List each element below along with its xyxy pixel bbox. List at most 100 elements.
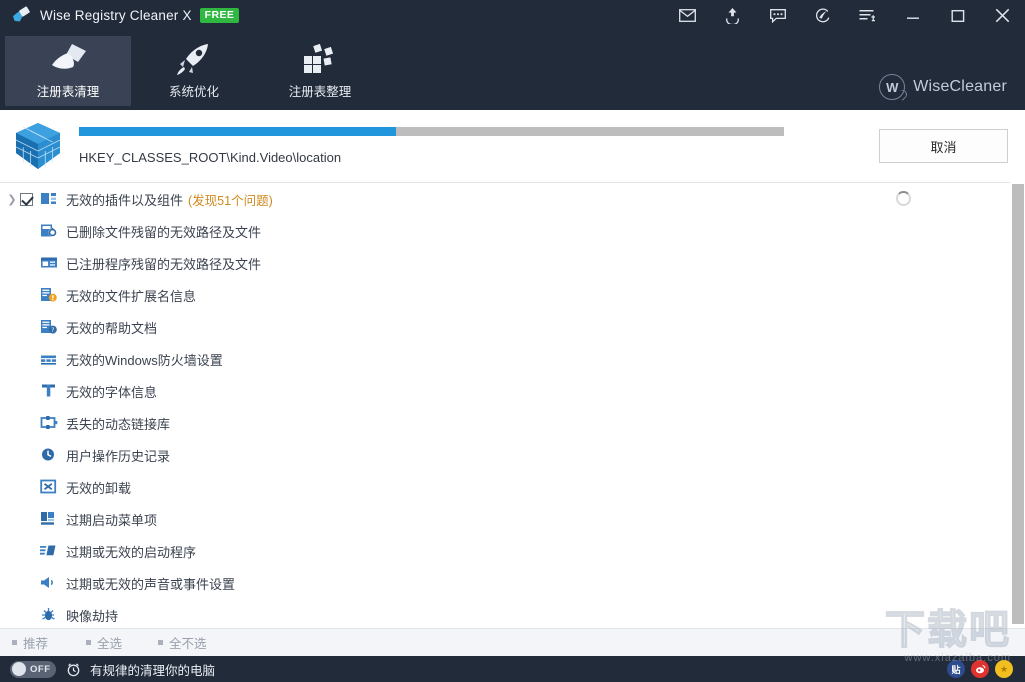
status-message: 有规律的清理你的电脑 bbox=[90, 663, 216, 678]
history-clock-icon bbox=[40, 447, 58, 463]
font-icon bbox=[40, 383, 58, 399]
list-scrollbar[interactable] bbox=[1010, 182, 1025, 628]
firewall-icon bbox=[40, 351, 58, 367]
list-item[interactable]: ❯无效的字体信息 bbox=[0, 375, 1010, 407]
list-item-label: 无效的文件扩展名信息 bbox=[66, 288, 197, 304]
list-item-label: 用户操作历史记录 bbox=[66, 448, 171, 464]
select-none-link[interactable]: 全不选 bbox=[158, 633, 207, 652]
app-brush-icon bbox=[12, 5, 31, 25]
chevron-right-icon[interactable]: ❯ bbox=[4, 193, 20, 206]
bullet-icon bbox=[158, 640, 164, 645]
list-item-label: 无效的帮助文档 bbox=[66, 320, 158, 336]
tab-label: 系统优化 bbox=[168, 85, 219, 99]
image-hijack-icon bbox=[40, 607, 58, 623]
list-item[interactable]: ❯映像劫持 bbox=[0, 599, 1010, 628]
scrollbar-thumb[interactable] bbox=[1012, 184, 1024, 624]
star-icon[interactable]: ★ bbox=[995, 660, 1013, 678]
list-item[interactable]: ❯无效的Windows防火墙设置 bbox=[0, 343, 1010, 375]
progress-bar bbox=[79, 127, 784, 136]
list-item-label: 过期或无效的启动程序 bbox=[66, 544, 197, 560]
file-ext-warning-icon bbox=[40, 287, 58, 303]
social-icons: 贴 ★ bbox=[947, 660, 1013, 678]
nav-bar: 注册表清理 系统优化 注册表整理 W WiseCleaner bbox=[0, 31, 1025, 110]
menu-icon[interactable] bbox=[845, 0, 890, 31]
registered-program-icon bbox=[40, 255, 58, 271]
select-all-link[interactable]: 全选 bbox=[86, 633, 122, 652]
list-item-label: 过期启动菜单项 bbox=[66, 512, 158, 528]
bullet-icon bbox=[86, 640, 92, 645]
brand-logo: W WiseCleaner bbox=[879, 74, 1007, 100]
feedback-icon[interactable] bbox=[755, 0, 800, 31]
list-item-label: 无效的插件以及组件 bbox=[66, 192, 184, 208]
help-icon[interactable] bbox=[800, 0, 845, 31]
scan-current-path: HKEY_CLASSES_ROOT\Kind.Video\location bbox=[79, 150, 342, 165]
list-item-label: 已删除文件残留的无效路径及文件 bbox=[66, 224, 262, 240]
list-item[interactable]: ❯用户操作历史记录 bbox=[0, 439, 1010, 471]
list-item-label: 丢失的动态链接库 bbox=[66, 416, 171, 432]
list-item-label: 无效的卸载 bbox=[66, 480, 132, 496]
uninstall-icon bbox=[40, 479, 58, 495]
list-item[interactable]: ❯ 无效的插件以及组件 (发现51个问题) bbox=[0, 183, 1010, 215]
tab-system-optimization[interactable]: 系统优化 bbox=[131, 36, 257, 106]
title-bar: Wise Registry Cleaner X FREE bbox=[0, 0, 1025, 31]
list-item[interactable]: ❯丢失的动态链接库 bbox=[0, 407, 1010, 439]
tieba-icon[interactable]: 贴 bbox=[947, 660, 965, 678]
scan-results-list: ❯ 无效的插件以及组件 (发现51个问题) ❯已删除文件残留的无效路径及文件❯已注册程… bbox=[0, 182, 1025, 628]
list-item-label: 映像劫持 bbox=[66, 608, 119, 624]
list-item-label: 无效的Windows防火墙设置 bbox=[66, 352, 223, 368]
free-badge: FREE bbox=[199, 8, 240, 23]
dll-icon bbox=[40, 415, 58, 431]
cube-icon bbox=[15, 122, 61, 170]
list-item[interactable]: ❯过期或无效的启动程序 bbox=[0, 535, 1010, 567]
loading-spinner bbox=[896, 191, 911, 206]
toggle-state-label: OFF bbox=[30, 663, 51, 675]
wisecleaner-mark-icon: W bbox=[879, 74, 906, 100]
upgrade-icon[interactable] bbox=[710, 0, 755, 31]
list-item-label: 无效的字体信息 bbox=[66, 384, 158, 400]
action-label: 全选 bbox=[97, 637, 123, 651]
tab-registry-defrag[interactable]: 注册表整理 bbox=[257, 36, 383, 106]
rocket-icon bbox=[174, 42, 214, 76]
list-item[interactable]: ❯?无效的帮助文档 bbox=[0, 311, 1010, 343]
start-menu-icon bbox=[40, 511, 58, 527]
tab-label: 注册表整理 bbox=[288, 85, 352, 99]
list-item-label: 过期或无效的声音或事件设置 bbox=[66, 576, 236, 592]
deleted-file-icon bbox=[40, 223, 58, 239]
list-item[interactable]: ❯已删除文件残留的无效路径及文件 bbox=[0, 215, 1010, 247]
action-label: 全不选 bbox=[169, 637, 207, 651]
titlebar-buttons bbox=[665, 0, 1025, 31]
help-doc-icon: ? bbox=[40, 319, 58, 335]
list-item[interactable]: ❯无效的文件扩展名信息 bbox=[0, 279, 1010, 311]
toggle-knob bbox=[12, 662, 26, 676]
tab-registry-cleaner[interactable]: 注册表清理 bbox=[5, 36, 131, 106]
list-item[interactable]: ❯已注册程序残留的无效路径及文件 bbox=[0, 247, 1010, 279]
list-item[interactable]: ❯过期启动菜单项 bbox=[0, 503, 1010, 535]
weibo-icon[interactable] bbox=[971, 660, 989, 678]
status-bar: OFF 有规律的清理你的电脑 贴 ★ bbox=[0, 656, 1025, 682]
recommend-link[interactable]: 推荐 bbox=[12, 633, 48, 652]
app-title: Wise Registry Cleaner X bbox=[40, 8, 192, 23]
list-item-label: 已注册程序残留的无效路径及文件 bbox=[66, 256, 262, 272]
maximize-button[interactable] bbox=[935, 0, 980, 31]
startup-program-icon bbox=[38, 543, 58, 559]
minimize-button[interactable] bbox=[890, 0, 935, 31]
list-item[interactable]: ❯过期或无效的声音或事件设置 bbox=[0, 567, 1010, 599]
row-checkbox[interactable] bbox=[20, 192, 33, 206]
mail-icon[interactable] bbox=[665, 0, 710, 31]
issue-count: (发现51个问题) bbox=[188, 193, 273, 208]
plugin-icon bbox=[40, 191, 58, 207]
action-label: 推荐 bbox=[23, 637, 49, 651]
list-item[interactable]: ❯无效的卸载 bbox=[0, 471, 1010, 503]
list-action-bar: 推荐 全选 全不选 bbox=[0, 628, 1025, 656]
scan-progress-area: HKEY_CLASSES_ROOT\Kind.Video\location 取消 bbox=[0, 110, 1025, 182]
schedule-toggle[interactable]: OFF bbox=[10, 660, 56, 678]
brand-name: WiseCleaner bbox=[913, 78, 1007, 95]
tab-label: 注册表清理 bbox=[36, 85, 100, 99]
close-button[interactable] bbox=[980, 0, 1025, 31]
sound-icon bbox=[40, 575, 58, 591]
bullet-icon bbox=[12, 640, 17, 645]
cancel-button[interactable]: 取消 bbox=[879, 129, 1008, 163]
alarm-clock-icon[interactable] bbox=[66, 662, 81, 677]
app-window: Wise Registry Cleaner X FREE 注册表清理 系统优化 … bbox=[0, 0, 1025, 682]
nav-tabs: 注册表清理 系统优化 注册表整理 bbox=[0, 31, 1025, 110]
